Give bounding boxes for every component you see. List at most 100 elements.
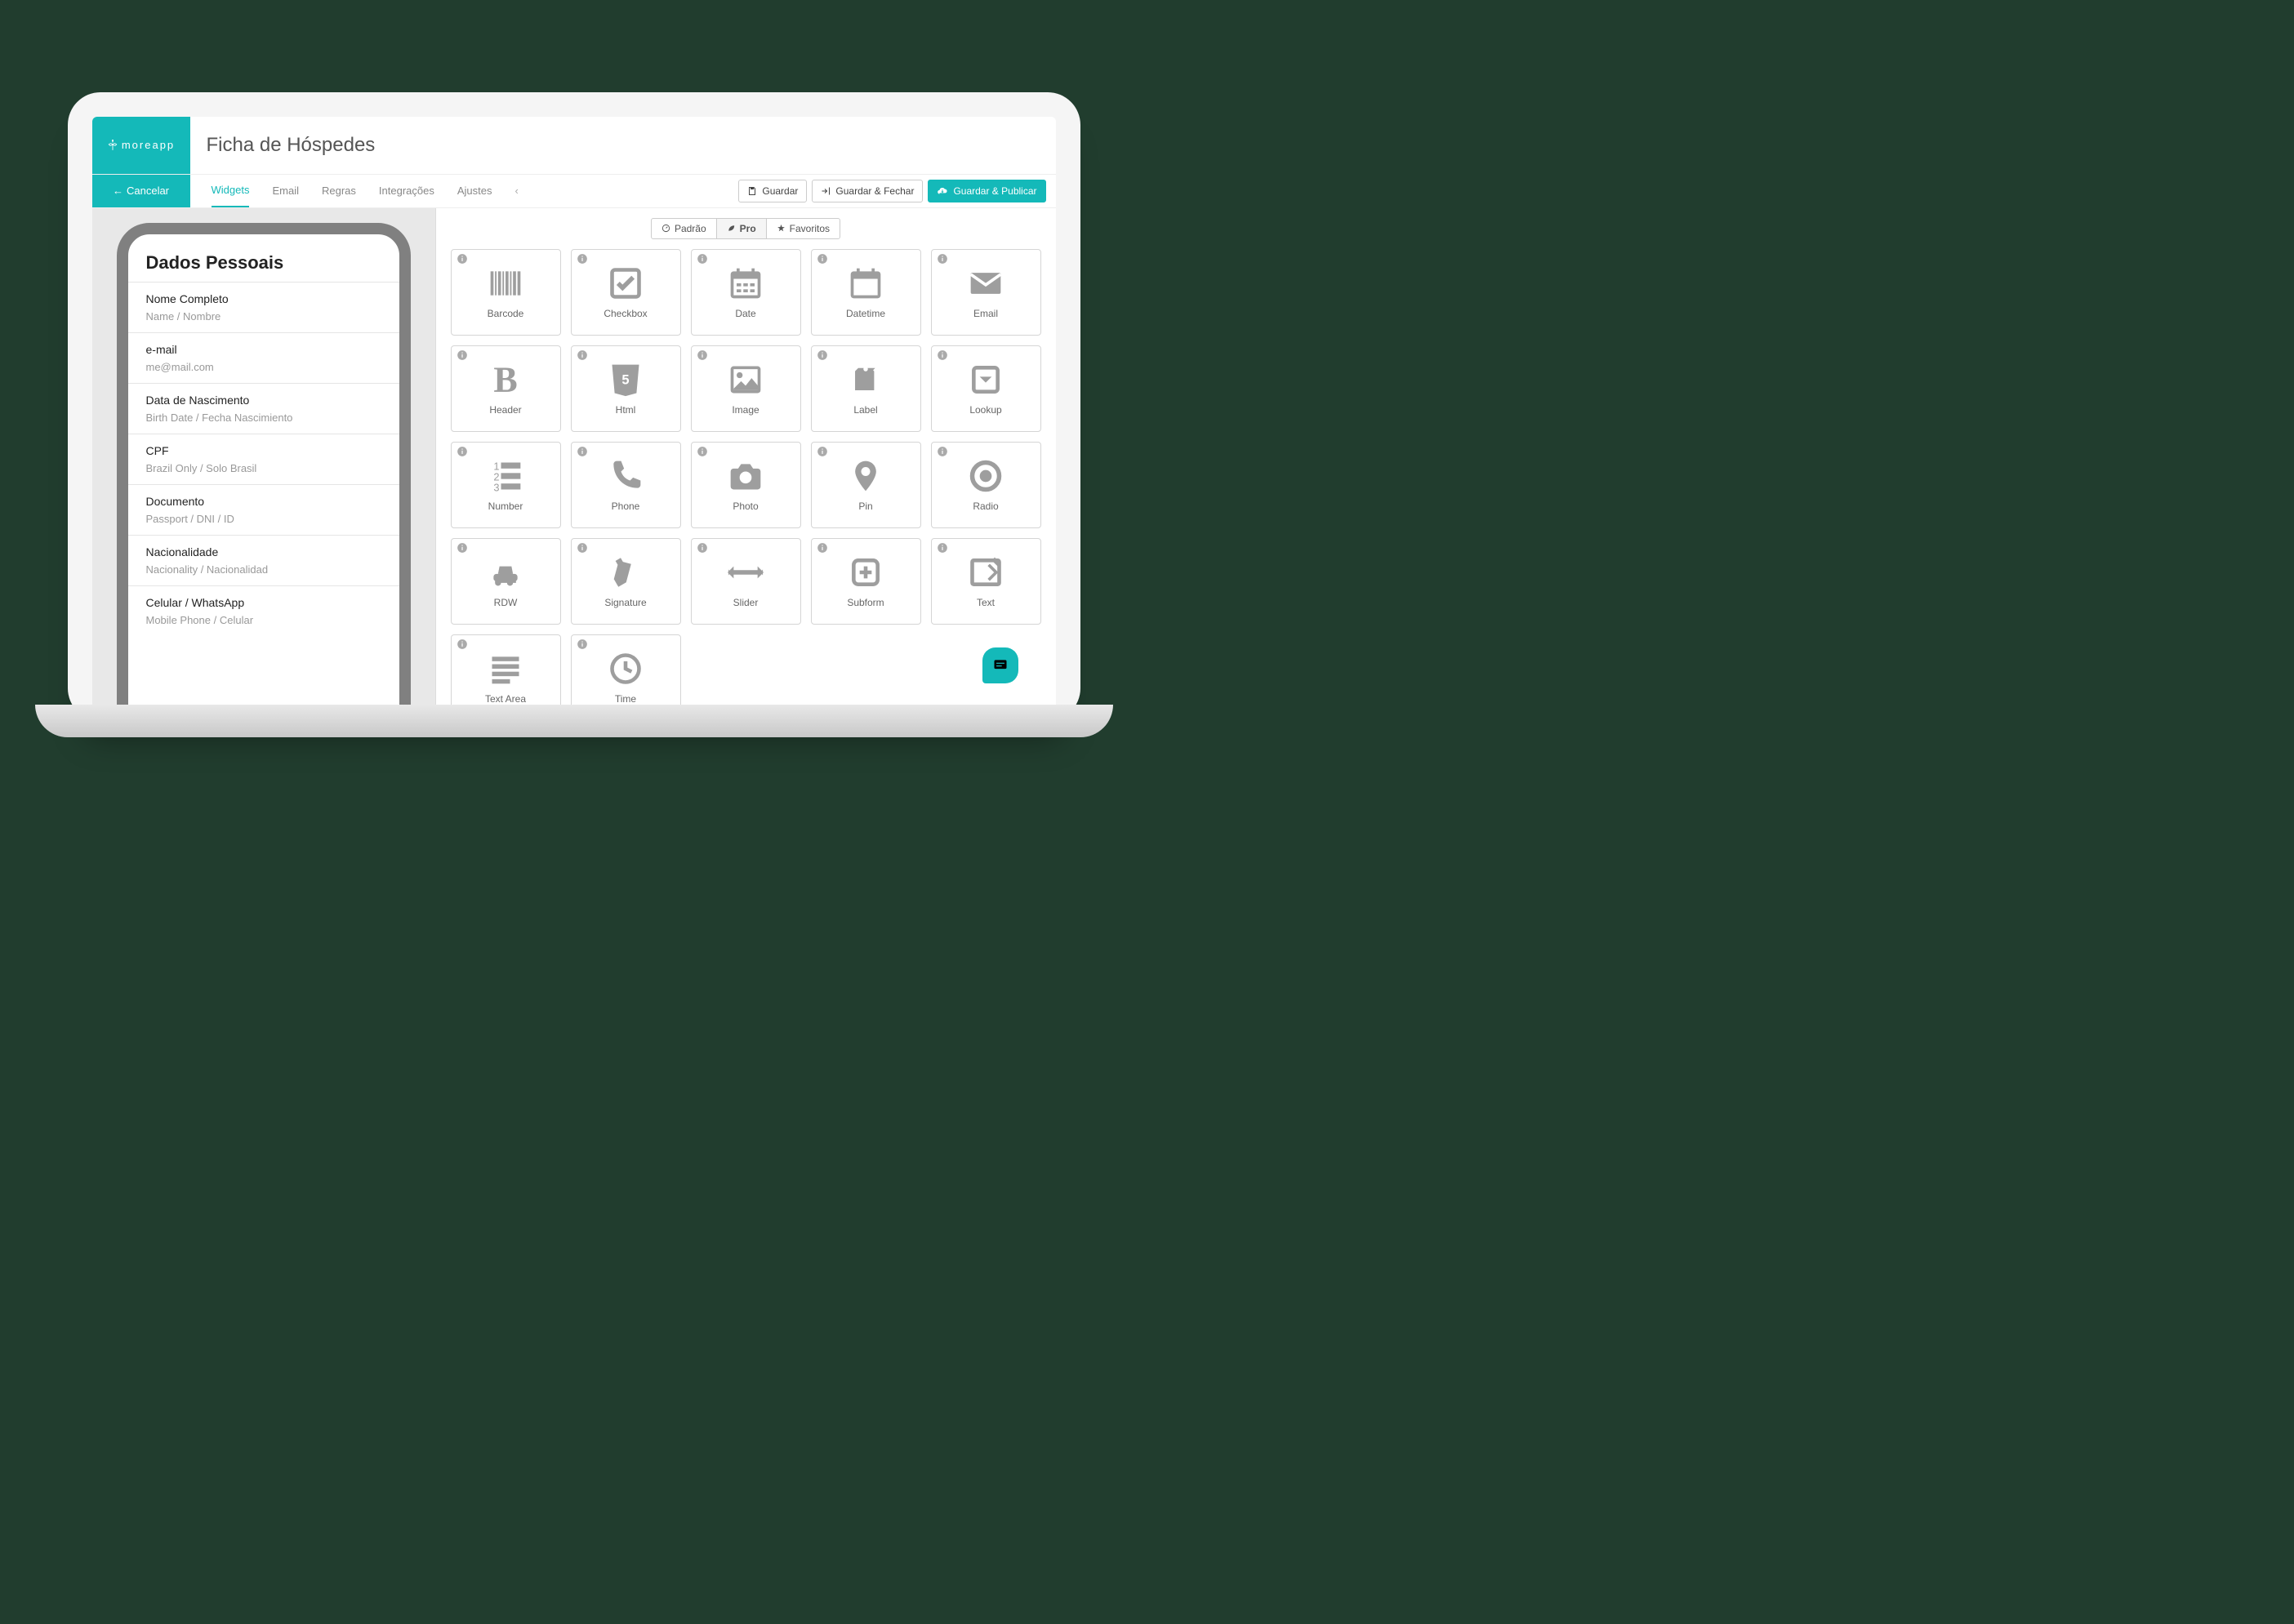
info-icon[interactable]	[577, 638, 588, 650]
number-icon	[488, 458, 523, 494]
chat-fab[interactable]	[982, 647, 1018, 683]
widget-radio[interactable]: Radio	[931, 442, 1041, 528]
widget-label: Number	[488, 501, 523, 512]
widget-text[interactable]: Text	[931, 538, 1041, 625]
widget-label: Subform	[847, 597, 884, 608]
save-close-button[interactable]: Guardar & Fechar	[812, 180, 923, 202]
widget-photo[interactable]: Photo	[691, 442, 801, 528]
widget-pin[interactable]: Pin	[811, 442, 921, 528]
info-icon[interactable]	[937, 253, 948, 265]
info-icon[interactable]	[817, 446, 828, 457]
field-placeholder: Mobile Phone / Celular	[146, 614, 381, 626]
widget-label[interactable]: Label	[811, 345, 921, 432]
widget-signature[interactable]: Signature	[571, 538, 681, 625]
info-icon[interactable]	[457, 349, 468, 361]
lookup-icon	[968, 362, 1004, 398]
field-label: Data de Nascimento	[146, 394, 381, 407]
widget-rdw[interactable]: RDW	[451, 538, 561, 625]
screen: moreapp Ficha de Hóspedes ← Cancelar Wid…	[92, 117, 1056, 721]
preview-field[interactable]: Nome CompletoName / Nombre	[128, 282, 399, 332]
tab-integrações[interactable]: Integrações	[379, 175, 434, 207]
brand-logo[interactable]: moreapp	[92, 117, 190, 174]
leaf-icon	[727, 224, 736, 233]
widget-label: RDW	[494, 597, 518, 608]
widget-label: Lookup	[969, 404, 1001, 416]
info-icon[interactable]	[457, 542, 468, 554]
photo-icon	[728, 458, 764, 494]
field-placeholder: Birth Date / Fecha Nascimiento	[146, 412, 381, 424]
info-icon[interactable]	[937, 349, 948, 361]
widget-label: Email	[973, 308, 998, 319]
tab-widgets[interactable]: Widgets	[212, 174, 250, 207]
widget-barcode[interactable]: Barcode	[451, 249, 561, 336]
save-button[interactable]: Guardar	[738, 180, 807, 202]
checkbox-icon	[608, 265, 644, 301]
widget-label: Text	[977, 597, 995, 608]
subform-icon	[848, 554, 884, 590]
widget-datetime[interactable]: Datetime	[811, 249, 921, 336]
chat-icon	[992, 657, 1009, 674]
time-icon	[608, 651, 644, 687]
info-icon[interactable]	[457, 253, 468, 265]
preview-field[interactable]: Data de Nascimento Birth Date / Fecha Nas…	[128, 383, 399, 434]
widget-label: Radio	[973, 501, 998, 512]
widget-image[interactable]: Image	[691, 345, 801, 432]
tab-ajustes[interactable]: Ajustes	[457, 175, 492, 207]
phone-icon	[608, 458, 644, 494]
info-icon[interactable]	[577, 446, 588, 457]
widget-email[interactable]: Email	[931, 249, 1041, 336]
preview-field[interactable]: Celular / WhatsAppMobile Phone / Celular	[128, 585, 399, 636]
widget-label: Slider	[733, 597, 759, 608]
info-icon[interactable]	[937, 446, 948, 457]
info-icon[interactable]	[937, 542, 948, 554]
exit-icon	[821, 186, 831, 196]
filter-favoritos[interactable]: Favoritos	[767, 219, 840, 238]
preview-field[interactable]: DocumentoPassport / DNI / ID	[128, 484, 399, 535]
save-label: Guardar	[762, 185, 798, 197]
info-icon[interactable]	[817, 253, 828, 265]
widget-phone[interactable]: Phone	[571, 442, 681, 528]
info-icon[interactable]	[697, 542, 708, 554]
filter-pro[interactable]: Pro	[717, 219, 767, 238]
widget-lookup[interactable]: Lookup	[931, 345, 1041, 432]
preview-column: Dados Pessoais Nome CompletoName / Nombr…	[92, 208, 435, 721]
info-icon[interactable]	[457, 446, 468, 457]
preview-field[interactable]: NacionalidadeNacionality / Nacionalidad	[128, 535, 399, 585]
field-placeholder: Name / Nombre	[146, 310, 381, 323]
nav-row: ← Cancelar Widgets Email Regras Integrações…	[92, 174, 1056, 208]
chevron-left-icon[interactable]: ‹	[514, 175, 518, 207]
field-placeholder: Passport / DNI / ID	[146, 513, 381, 525]
info-icon[interactable]	[577, 349, 588, 361]
info-icon[interactable]	[697, 349, 708, 361]
filter-row: PadrãoProFavoritos	[436, 208, 1056, 249]
info-icon[interactable]	[697, 446, 708, 457]
widget-checkbox[interactable]: Checkbox	[571, 249, 681, 336]
filter-padrão[interactable]: Padrão	[652, 219, 717, 238]
brand-text: moreapp	[122, 139, 175, 151]
tab-regras[interactable]: Regras	[322, 175, 356, 207]
info-icon[interactable]	[697, 253, 708, 265]
widget-number[interactable]: Number	[451, 442, 561, 528]
widget-date[interactable]: Date	[691, 249, 801, 336]
widget-label: Text Area	[485, 693, 526, 705]
widget-slider[interactable]: Slider	[691, 538, 801, 625]
save-publish-button[interactable]: Guardar & Publicar	[928, 180, 1045, 202]
widget-subform[interactable]: Subform	[811, 538, 921, 625]
cancel-button[interactable]: ← Cancelar	[92, 175, 190, 207]
widget-label: Pin	[858, 501, 872, 512]
info-icon[interactable]	[577, 253, 588, 265]
tab-email[interactable]: Email	[272, 175, 299, 207]
preview-field[interactable]: CPFBrazil Only / Solo Brasil	[128, 434, 399, 484]
info-icon[interactable]	[457, 638, 468, 650]
widget-label: Phone	[612, 501, 640, 512]
laptop-frame: moreapp Ficha de Hóspedes ← Cancelar Wid…	[68, 92, 1080, 721]
widget-html[interactable]: Html	[571, 345, 681, 432]
preview-field[interactable]: e-mailme@mail.com	[128, 332, 399, 383]
info-icon[interactable]	[817, 542, 828, 554]
info-icon[interactable]	[817, 349, 828, 361]
save-publish-label: Guardar & Publicar	[953, 185, 1036, 197]
info-icon[interactable]	[577, 542, 588, 554]
widget-label: Time	[615, 693, 636, 705]
filter-segmented: PadrãoProFavoritos	[651, 218, 840, 239]
widget-header[interactable]: Header	[451, 345, 561, 432]
